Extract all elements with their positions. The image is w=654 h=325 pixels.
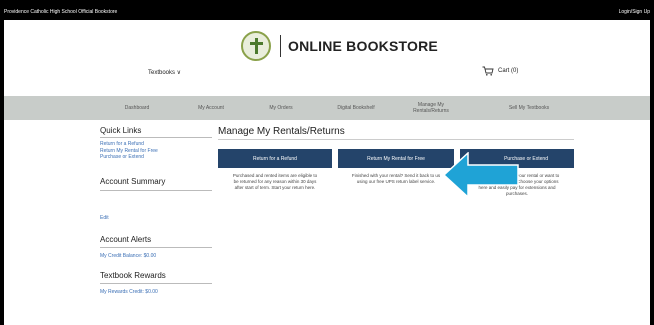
rental-description: Finished with your rental? Send it back … bbox=[351, 173, 441, 184]
page: ONLINE BOOKSTORE Textbooks ∨ Cart (0) Da… bbox=[4, 20, 650, 325]
quick-links-title: Quick Links bbox=[100, 126, 142, 135]
textbook-rewards-title: Textbook Rewards bbox=[100, 271, 166, 280]
sidebar: Quick Links Return for a Refund Return M… bbox=[100, 126, 212, 295]
store-name: Providence Catholic High School Official… bbox=[4, 9, 118, 15]
nav-manage-rentals[interactable]: Manage My Rentals/Returns bbox=[406, 96, 456, 120]
pointer-arrow-icon bbox=[442, 152, 519, 198]
login-link[interactable]: Login/Sign Up bbox=[619, 9, 650, 15]
textbooks-dropdown[interactable]: Textbooks ∨ bbox=[148, 69, 181, 76]
logo-text: ONLINE BOOKSTORE bbox=[288, 38, 438, 54]
edit-link[interactable]: Edit bbox=[100, 215, 212, 222]
cart-icon bbox=[482, 66, 494, 76]
store-logo[interactable]: ONLINE BOOKSTORE bbox=[241, 31, 438, 61]
credit-balance: My Credit Balance: $0.00 bbox=[100, 253, 157, 259]
title-divider bbox=[218, 139, 574, 140]
nav-sell-textbooks[interactable]: Sell My Textbooks bbox=[494, 96, 564, 120]
account-alerts-title: Account Alerts bbox=[100, 235, 152, 244]
account-summary-title: Account Summary bbox=[100, 176, 166, 186]
return-for-refund-button[interactable]: Return for a Refund bbox=[218, 149, 332, 168]
cart-label: Cart (0) bbox=[498, 68, 519, 74]
cart-link[interactable]: Cart (0) bbox=[482, 66, 518, 76]
divider bbox=[100, 283, 212, 284]
nav-digital-bookshelf[interactable]: Digital Bookshelf bbox=[326, 96, 386, 120]
refund-description: Purchased and rented items are eligible … bbox=[232, 173, 318, 190]
logo-divider bbox=[280, 35, 281, 57]
main-nav: Dashboard My Account My Orders Digital B… bbox=[4, 96, 650, 120]
top-bar: Providence Catholic High School Official… bbox=[0, 0, 654, 20]
nav-my-orders[interactable]: My Orders bbox=[256, 96, 306, 120]
divider bbox=[100, 247, 212, 248]
school-seal-icon bbox=[241, 31, 271, 61]
nav-my-account[interactable]: My Account bbox=[186, 96, 236, 120]
divider bbox=[100, 137, 212, 138]
page-title: Manage My Rentals/Returns bbox=[218, 126, 345, 137]
rewards-credit: My Rewards Credit: $0.00 bbox=[100, 289, 158, 295]
divider bbox=[100, 189, 212, 191]
return-rental-free-button[interactable]: Return My Rental for Free bbox=[338, 149, 454, 168]
nav-dashboard[interactable]: Dashboard bbox=[112, 96, 162, 120]
quick-link-purchase-extend[interactable]: Purchase or Extend bbox=[100, 154, 212, 161]
